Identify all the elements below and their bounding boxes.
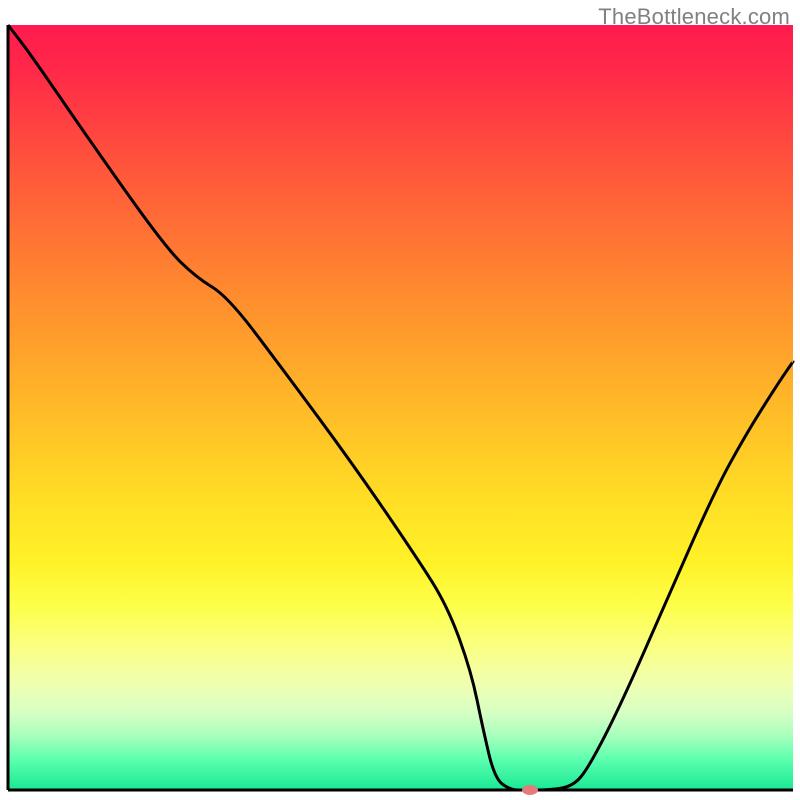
chart-container: { "watermark": "TheBottleneck.com", "cha… (0, 0, 800, 800)
watermark-text: TheBottleneck.com (598, 4, 790, 30)
chart-background-gradient (8, 25, 793, 790)
bottleneck-chart (0, 0, 800, 800)
optimal-point-marker (522, 785, 538, 795)
